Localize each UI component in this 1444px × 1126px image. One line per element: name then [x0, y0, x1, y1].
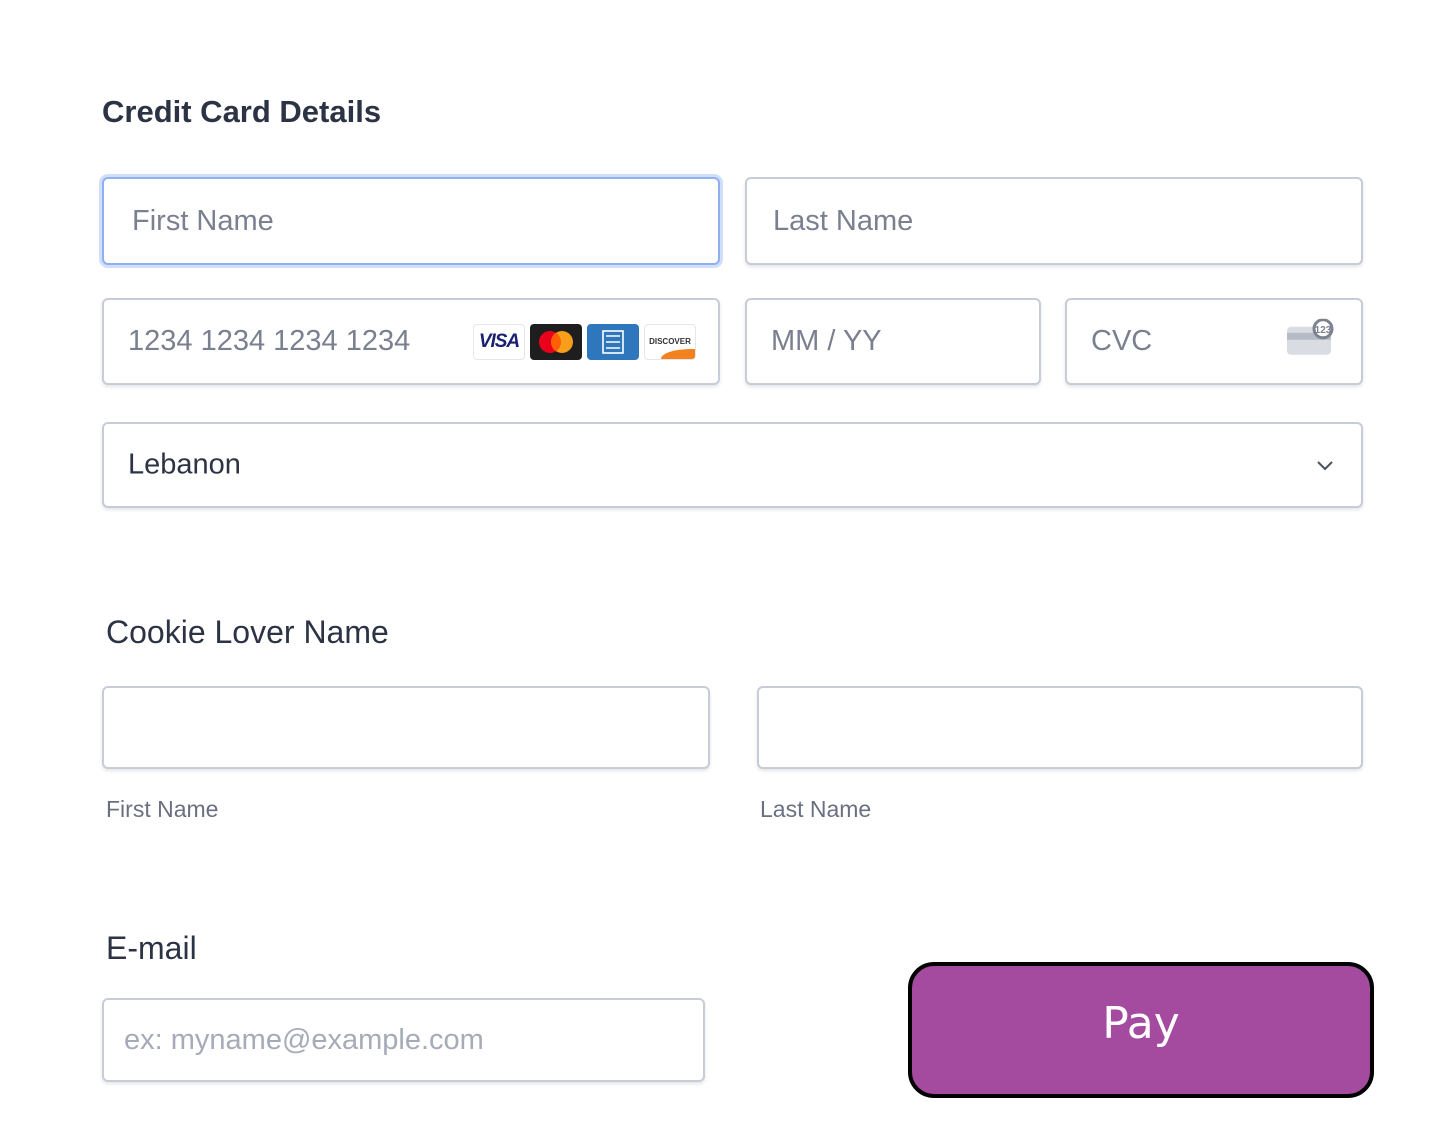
mastercard-circles-icon: [539, 330, 573, 353]
discover-icon: DISCOVER: [644, 323, 696, 360]
visa-logo-text: VISA: [478, 330, 520, 352]
card-number-field[interactable]: VISA DISCOVER: [102, 298, 720, 385]
credit-card-back-icon: 123: [1287, 318, 1334, 355]
svg-text:123: 123: [1315, 324, 1332, 335]
card-first-name-input[interactable]: [104, 179, 718, 263]
email-heading: E-mail: [106, 930, 197, 966]
amex-icon: [587, 323, 639, 360]
country-select[interactable]: Lebanon: [102, 422, 1363, 508]
cookie-lover-name-heading: Cookie Lover Name: [106, 614, 389, 650]
pay-button[interactable]: Pay: [908, 962, 1374, 1098]
email-field[interactable]: [102, 998, 705, 1082]
country-selected-value: Lebanon: [128, 448, 241, 481]
chevron-down-icon: [1317, 461, 1333, 471]
cookie-lover-first-name-input[interactable]: [104, 688, 708, 767]
card-last-name-input[interactable]: [747, 179, 1361, 263]
card-brand-logos: VISA DISCOVER: [473, 323, 696, 360]
cookie-lover-first-name-field[interactable]: [102, 686, 710, 769]
credit-card-details-heading: Credit Card Details: [102, 94, 382, 129]
card-first-name-field[interactable]: [102, 177, 720, 265]
visa-icon: VISA: [473, 323, 525, 360]
discover-logo-text: DISCOVER: [649, 337, 691, 346]
expiry-input[interactable]: [747, 300, 1039, 383]
amex-emblem-icon: [602, 329, 624, 354]
cookie-lover-first-name-label: First Name: [106, 796, 219, 822]
card-last-name-field[interactable]: [745, 177, 1363, 265]
cvc-field[interactable]: 123: [1065, 298, 1363, 385]
cookie-lover-last-name-label: Last Name: [760, 796, 872, 822]
cookie-lover-last-name-input[interactable]: [759, 688, 1361, 767]
mastercard-icon: [530, 323, 582, 360]
email-input[interactable]: [104, 1000, 703, 1080]
expiry-field[interactable]: [745, 298, 1041, 385]
cookie-lover-last-name-field[interactable]: [757, 686, 1363, 769]
